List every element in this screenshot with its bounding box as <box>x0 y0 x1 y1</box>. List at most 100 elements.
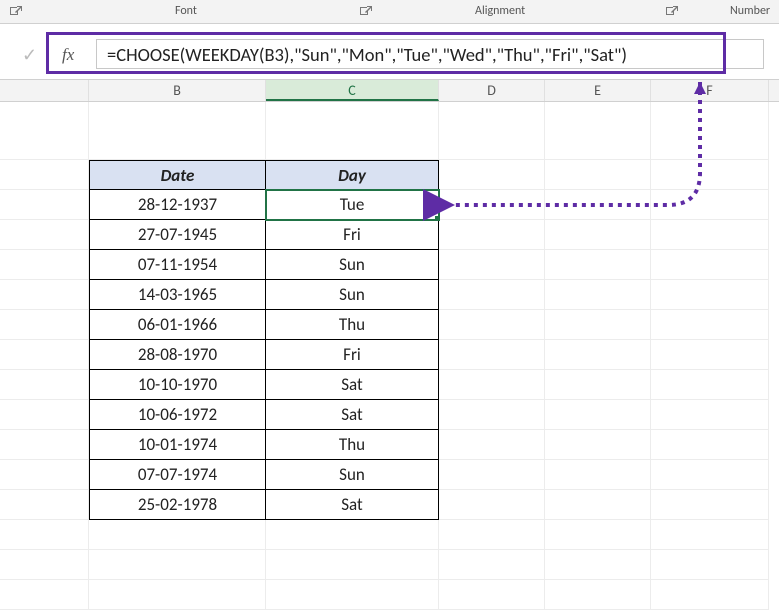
cell[interactable] <box>439 102 545 160</box>
cell[interactable] <box>651 550 769 580</box>
cell[interactable] <box>439 250 545 280</box>
cell[interactable] <box>266 580 439 610</box>
cell-date[interactable]: 10-10-1970 <box>89 370 266 400</box>
cell[interactable] <box>651 580 769 610</box>
cell-date[interactable]: 07-11-1954 <box>89 250 266 280</box>
cell[interactable] <box>0 580 89 610</box>
cell[interactable] <box>545 250 651 280</box>
cell[interactable] <box>89 580 266 610</box>
col-header-B[interactable]: B <box>89 80 266 101</box>
cell-date[interactable]: 10-01-1974 <box>89 430 266 460</box>
cell[interactable] <box>545 340 651 370</box>
cell[interactable] <box>0 520 89 550</box>
cell-day[interactable]: Fri <box>266 220 439 250</box>
cell[interactable] <box>651 370 769 400</box>
cell-day[interactable]: Sat <box>266 370 439 400</box>
cell[interactable] <box>545 550 651 580</box>
cell[interactable] <box>0 370 89 400</box>
cell[interactable] <box>439 460 545 490</box>
cell[interactable] <box>0 280 89 310</box>
cell[interactable] <box>0 220 89 250</box>
cell-date[interactable]: 06-01-1966 <box>89 310 266 340</box>
cell[interactable] <box>439 430 545 460</box>
cell[interactable] <box>439 220 545 250</box>
cell-day[interactable]: Sat <box>266 400 439 430</box>
cell[interactable] <box>266 102 439 160</box>
cell[interactable] <box>0 160 89 190</box>
cell-date[interactable]: 25-02-1978 <box>89 490 266 520</box>
cell[interactable] <box>0 430 89 460</box>
cell[interactable] <box>439 490 545 520</box>
cell[interactable] <box>439 580 545 610</box>
cell-date[interactable]: 28-08-1970 <box>89 340 266 370</box>
cell[interactable] <box>439 280 545 310</box>
cell[interactable] <box>266 550 439 580</box>
col-header-blank[interactable] <box>0 80 89 101</box>
cell[interactable] <box>545 220 651 250</box>
cell[interactable] <box>651 460 769 490</box>
cell[interactable] <box>545 160 651 190</box>
cell[interactable] <box>439 160 545 190</box>
cell[interactable] <box>651 190 769 220</box>
cell[interactable] <box>439 520 545 550</box>
cell[interactable] <box>439 190 545 220</box>
enter-icon[interactable]: ✓ <box>22 44 37 66</box>
cell[interactable] <box>89 520 266 550</box>
cell[interactable] <box>651 102 769 160</box>
cell[interactable] <box>651 310 769 340</box>
cell-date[interactable]: 14-03-1965 <box>89 280 266 310</box>
cell[interactable] <box>651 340 769 370</box>
col-header-D[interactable]: D <box>439 80 545 101</box>
cell-day-active[interactable]: Tue <box>266 190 439 220</box>
cell-date[interactable]: 07-07-1974 <box>89 460 266 490</box>
cell[interactable] <box>0 340 89 370</box>
cell[interactable] <box>651 160 769 190</box>
cell-day[interactable]: Sun <box>266 460 439 490</box>
cell[interactable] <box>651 250 769 280</box>
cell[interactable] <box>439 370 545 400</box>
cell-day[interactable]: Thu <box>266 430 439 460</box>
cell[interactable] <box>0 400 89 430</box>
cell[interactable] <box>545 490 651 520</box>
cell[interactable] <box>0 550 89 580</box>
cell[interactable] <box>545 460 651 490</box>
cell[interactable] <box>266 520 439 550</box>
col-header-E[interactable]: E <box>545 80 651 101</box>
cell[interactable] <box>651 520 769 550</box>
cell[interactable] <box>651 220 769 250</box>
cell-date[interactable]: 28-12-1937 <box>89 190 266 220</box>
cell[interactable] <box>545 430 651 460</box>
cell-day[interactable]: Sun <box>266 280 439 310</box>
cell[interactable] <box>0 490 89 520</box>
cell[interactable] <box>545 580 651 610</box>
cell[interactable] <box>545 102 651 160</box>
cell[interactable] <box>439 340 545 370</box>
header-day[interactable]: Day <box>266 160 439 190</box>
cell[interactable] <box>0 190 89 220</box>
cell[interactable] <box>545 280 651 310</box>
cell[interactable] <box>545 520 651 550</box>
cell[interactable] <box>651 490 769 520</box>
cell[interactable] <box>439 550 545 580</box>
cell[interactable] <box>545 400 651 430</box>
cell[interactable] <box>651 280 769 310</box>
col-header-C[interactable]: C <box>266 80 439 101</box>
cell[interactable] <box>545 310 651 340</box>
spreadsheet-grid[interactable]: Date Day 28-12-1937 Tue 27-07-1945Fri 07… <box>0 102 779 610</box>
cell-date[interactable]: 27-07-1945 <box>89 220 266 250</box>
cell[interactable] <box>0 250 89 280</box>
cell[interactable] <box>545 190 651 220</box>
cell[interactable] <box>0 310 89 340</box>
cell[interactable] <box>545 370 651 400</box>
header-date[interactable]: Date <box>89 160 266 190</box>
cell-day[interactable]: Thu <box>266 310 439 340</box>
fill-handle[interactable] <box>435 216 439 220</box>
col-header-F[interactable]: F <box>651 80 769 101</box>
cell[interactable] <box>651 400 769 430</box>
formula-input[interactable] <box>96 39 764 69</box>
cell-date[interactable]: 10-06-1972 <box>89 400 266 430</box>
cell-day[interactable]: Sat <box>266 490 439 520</box>
cell[interactable] <box>89 550 266 580</box>
cell[interactable] <box>0 102 89 160</box>
cell[interactable] <box>651 430 769 460</box>
